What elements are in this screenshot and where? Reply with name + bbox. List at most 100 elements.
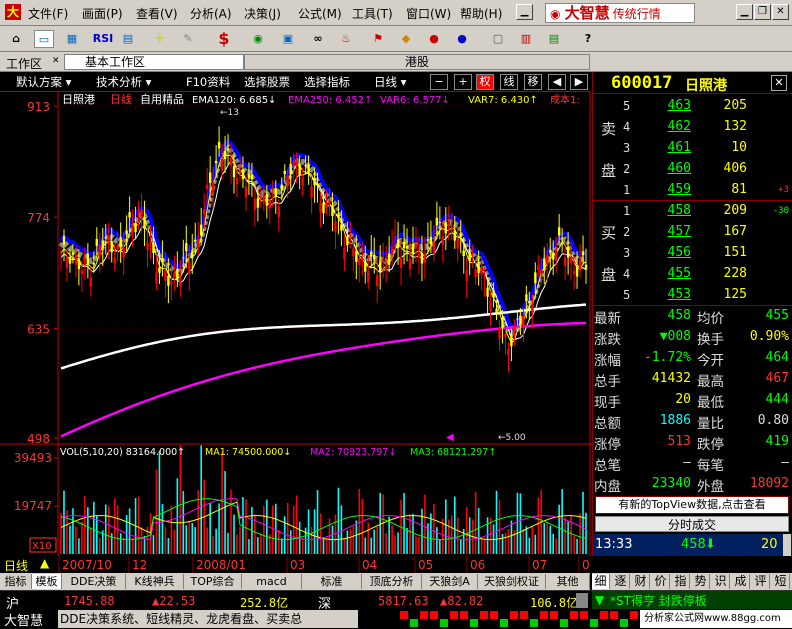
- detail-tab[interactable]: 细: [592, 574, 610, 589]
- scroll-left-icon[interactable]: ◀: [548, 74, 566, 90]
- alarm-icon[interactable]: ♨: [336, 30, 356, 48]
- detail-tab[interactable]: 财: [632, 574, 650, 589]
- ema250-label: EMA250: 6.452↑: [288, 95, 372, 106]
- zoom-in-icon[interactable]: +: [454, 74, 472, 90]
- period-selector[interactable]: 日线 ▾: [374, 74, 406, 90]
- period-arrow-icon[interactable]: ▲: [40, 556, 49, 570]
- move-button[interactable]: 移: [524, 74, 542, 90]
- tab-template[interactable]: 模板: [32, 574, 62, 589]
- close-icon[interactable]: ✕: [771, 75, 787, 91]
- tab-hk-stocks[interactable]: 港股: [244, 54, 590, 70]
- detail-tab[interactable]: 逐: [612, 574, 630, 589]
- dollar-button[interactable]: $: [214, 30, 234, 48]
- tab-top[interactable]: TOP综合: [184, 574, 242, 589]
- detail-tab[interactable]: 指: [672, 574, 690, 589]
- window-minimize-icon[interactable]: ▁: [736, 4, 753, 20]
- detail-tab[interactable]: 势: [692, 574, 710, 589]
- grid-icon[interactable]: ▦: [62, 30, 82, 48]
- crosshair-icon[interactable]: ✛: [150, 30, 170, 48]
- window-close-icon[interactable]: ✕: [772, 4, 789, 20]
- ask-row[interactable]: 1 459 81 +3: [593, 180, 792, 201]
- menu-window[interactable]: 窗口(W): [406, 5, 451, 22]
- topview-notice[interactable]: 有新的TopView数据,点击查看: [595, 496, 789, 514]
- ask-row[interactable]: 4 462 132: [593, 117, 792, 138]
- tick-scrollbar[interactable]: [783, 534, 791, 556]
- rsi-button[interactable]: RSI: [90, 30, 116, 48]
- bid-row[interactable]: 4 455 228: [593, 264, 792, 285]
- list-icon[interactable]: ▤: [118, 30, 138, 48]
- menu-view-page[interactable]: 画面(P): [82, 5, 123, 22]
- bid-price: 455: [667, 266, 691, 281]
- date-axis-label: 08: [582, 558, 590, 572]
- tab-standard[interactable]: 标准: [302, 574, 362, 589]
- chart-icon[interactable]: ▭: [34, 30, 54, 48]
- menu-decision[interactable]: 决策(J): [244, 5, 281, 22]
- scheme-selector[interactable]: 默认方案 ▾: [16, 74, 71, 90]
- scroll-right-icon[interactable]: ▶: [570, 74, 588, 90]
- breadth-bar: [530, 619, 538, 627]
- help-cursor-icon[interactable]: ?: [578, 30, 598, 48]
- menu-analysis[interactable]: 分析(A): [190, 5, 232, 22]
- analysis-selector[interactable]: 技术分析 ▾: [96, 74, 151, 90]
- close-workspace-icon[interactable]: ✕: [52, 56, 60, 66]
- menu-formula[interactable]: 公式(M): [298, 5, 342, 22]
- window-restore-icon[interactable]: ❐: [754, 4, 771, 20]
- menu-tools[interactable]: 工具(T): [352, 5, 393, 22]
- period-indicator: 日线: [4, 559, 29, 573]
- book-icon[interactable]: ▥: [516, 30, 536, 48]
- detail-tab[interactable]: 价: [652, 574, 670, 589]
- ruler-icon[interactable]: ✎: [178, 30, 198, 48]
- status-scroll-icon[interactable]: [576, 593, 588, 608]
- bid-row[interactable]: 3 456 151: [593, 243, 792, 264]
- calculator-icon[interactable]: ▣: [278, 30, 298, 48]
- brand-emblem-icon: ◉: [550, 7, 561, 21]
- line-button[interactable]: 线: [500, 74, 518, 90]
- detail-tab[interactable]: 短: [772, 574, 790, 589]
- quote-value: ▼008: [659, 329, 691, 344]
- kline-chart[interactable]: 913 774 635 498 39493 19747 X10 ◀ 日照港 日线 自用精品 E…: [0, 92, 592, 556]
- candle-body: [274, 188, 277, 198]
- flag-icon[interactable]: ⚑: [368, 30, 388, 48]
- bid-row[interactable]: 5 453 125: [593, 285, 792, 306]
- menu-file[interactable]: 文件(F): [28, 5, 68, 22]
- red-circle-icon[interactable]: ●: [424, 30, 444, 48]
- candle-body: [104, 237, 107, 239]
- tab-dde[interactable]: DDE决策: [62, 574, 126, 589]
- bid-row[interactable]: 1 458 209 -30: [593, 201, 792, 222]
- zoom-out-icon[interactable]: −: [430, 74, 448, 90]
- eye-icon[interactable]: ◉: [248, 30, 268, 48]
- marquee[interactable]: DDE决策系统、短线精灵、龙虎看盘、买卖总: [58, 610, 358, 628]
- select-indicator-button[interactable]: 选择指标: [304, 74, 350, 90]
- tab-top-bottom[interactable]: 顶底分析: [362, 574, 422, 589]
- menu-help[interactable]: 帮助(H): [460, 5, 502, 22]
- weight-button[interactable]: 权: [476, 74, 494, 90]
- tab-other[interactable]: 其他: [546, 574, 590, 589]
- time-sales-header[interactable]: 分时成交: [595, 516, 789, 532]
- f10-button[interactable]: F10资料: [186, 74, 230, 90]
- ask-row[interactable]: 2 460 406: [593, 159, 792, 180]
- menu-view[interactable]: 查看(V): [136, 5, 178, 22]
- minimize-icon[interactable]: ▁: [516, 4, 533, 20]
- select-stock-button[interactable]: 选择股票: [244, 74, 290, 90]
- home-icon[interactable]: ⌂: [6, 30, 26, 48]
- diamond-icon[interactable]: ◆: [396, 30, 416, 48]
- binoculars-icon[interactable]: ∞: [308, 30, 328, 48]
- tab-sirius-a[interactable]: 天狼剑A: [422, 574, 478, 589]
- tab-indicator[interactable]: 指标: [0, 574, 32, 589]
- tab-kline-god[interactable]: K线神兵: [126, 574, 184, 589]
- database-icon[interactable]: ▤: [544, 30, 564, 48]
- detail-tab[interactable]: 识: [712, 574, 730, 589]
- tab-macd[interactable]: macd: [242, 574, 302, 589]
- app-icon[interactable]: 大: [5, 4, 21, 20]
- blue-circle-icon[interactable]: ●: [452, 30, 472, 48]
- ask-row[interactable]: 3 461 10: [593, 138, 792, 159]
- tab-sirius-warrant[interactable]: 天狼剑权证: [478, 574, 546, 589]
- bid-row[interactable]: 2 457 167: [593, 222, 792, 243]
- detail-tab[interactable]: 评: [752, 574, 770, 589]
- ask-row[interactable]: 5 463 205: [593, 96, 792, 117]
- detail-tab[interactable]: 成: [732, 574, 750, 589]
- news-ticker[interactable]: ▼ *ST得亨 封跌停板: [592, 591, 792, 609]
- clipboard-icon[interactable]: ▢: [488, 30, 508, 48]
- candle-body: [370, 251, 373, 257]
- workspace-select[interactable]: 基本工作区: [64, 54, 244, 70]
